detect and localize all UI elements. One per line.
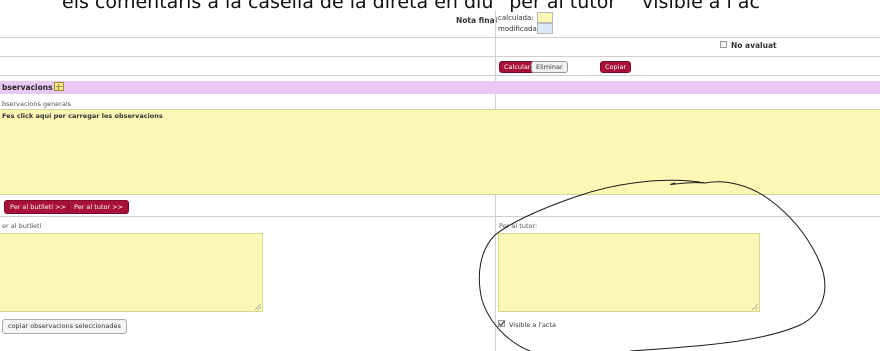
modificada-label: modificada: [498,25,540,33]
observacions-title: bservacions [2,83,53,92]
divider [0,37,880,38]
butlleti-textarea[interactable] [0,233,263,312]
resize-handle[interactable] [255,304,261,310]
per-al-butlleti-label: er al butlletí [2,222,42,230]
modificada-input[interactable] [537,23,553,34]
observacions-header [0,81,880,94]
load-observacions-text[interactable]: Fes click aquí per carregar les observac… [2,112,163,120]
per-al-tutor-button[interactable]: Per al tutor >> [68,200,130,214]
divider [0,75,880,76]
no-avaluat-checkbox[interactable] [720,41,727,48]
copiar-button[interactable]: Copiar [600,61,632,73]
calcular-button[interactable]: Calcular [499,61,536,73]
per-al-butlleti-button[interactable]: Per al butlletí >> [4,200,72,214]
eliminar-button[interactable]: Eliminar [531,61,568,73]
page-heading: els comentaris a la casella de la direta… [62,0,760,13]
annotation-circle [478,179,826,351]
observacions-generals-label: bservacions generals [2,100,72,108]
divider [0,56,880,57]
table-icon[interactable] [54,82,64,91]
no-avaluat-label: No avaluat [731,41,777,50]
nota-final-label: Nota final [456,16,498,25]
calculada-value [537,12,553,23]
copiar-seleccionades-button[interactable]: copiar observacions seleccionades [2,319,127,334]
calculada-label: calculada: [498,14,534,22]
